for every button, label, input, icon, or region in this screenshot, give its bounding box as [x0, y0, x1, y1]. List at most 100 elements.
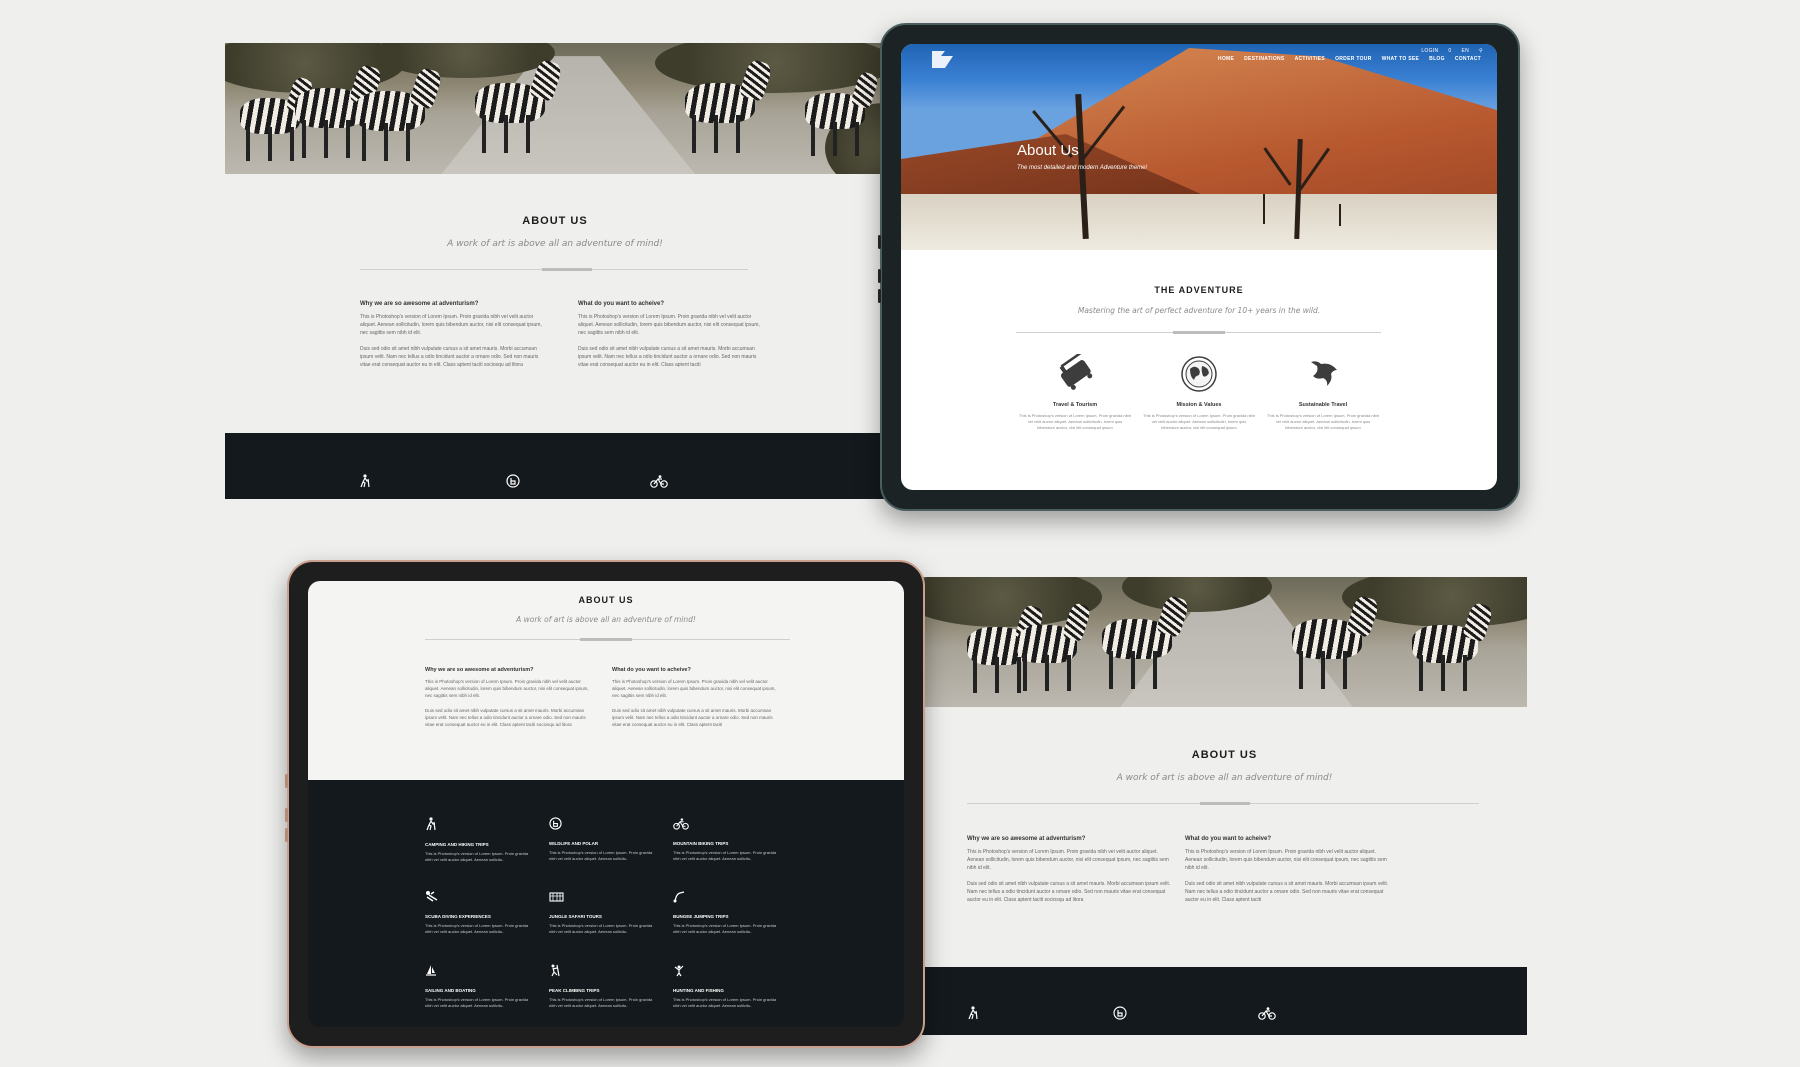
about-col-1: Why we are so awesome at adventurism? Th…: [425, 667, 595, 729]
col-heading: Why we are so awesome at adventurism?: [425, 667, 534, 673]
biking-icon[interactable]: [1257, 1005, 1277, 1021]
fishing-icon: [673, 964, 783, 982]
lang-select[interactable]: EN: [1461, 48, 1469, 54]
side-button: [878, 235, 881, 249]
top-utility: LOGIN 0 EN ⚲: [1411, 48, 1483, 54]
search-icon[interactable]: ⚲: [1479, 48, 1483, 54]
col-heading: What do you want to acheive?: [578, 301, 665, 307]
service-text: This is Photoshop's version of Lorem Ips…: [425, 923, 529, 934]
services-grid: CAMPING AND HIKING TRIPS This is Photosh…: [425, 817, 795, 1017]
col-paragraph: This is Photoshop's version of Lorem Ips…: [578, 314, 760, 336]
main-nav: HOME DESTINATIONS ACTIVITIES ORDER TOUR …: [1208, 56, 1481, 62]
nav-blog[interactable]: BLOG: [1429, 56, 1445, 62]
tablet-screen: ABOUT US A work of art is above all an a…: [308, 581, 904, 1027]
safari-icon: [549, 890, 659, 908]
sailing-icon: [425, 964, 535, 982]
diving-icon: [425, 890, 535, 908]
feature-title: Mission & Values: [1176, 402, 1222, 408]
service-item[interactable]: WILDLIFE AND POLAR This is Photoshop's v…: [549, 817, 659, 862]
about-title: ABOUT US: [578, 595, 634, 605]
service-item[interactable]: MOUNTAIN BIKING TRIPS This is Photoshop'…: [673, 817, 783, 862]
hero-title: About Us: [1017, 142, 1079, 159]
about-col-1: Why we are so awesome at adventurism? Th…: [360, 301, 550, 370]
divider-accent: [580, 638, 632, 641]
about-col-2: What do you want to acheive? This is Pho…: [612, 667, 782, 729]
service-text: This is Photoshop's version of Lorem Ips…: [549, 850, 653, 861]
nav-what-to-see[interactable]: WHAT TO SEE: [1382, 56, 1420, 62]
tablet-bottom-left: ABOUT US A work of art is above all an a…: [285, 560, 925, 1048]
side-button: [285, 828, 288, 842]
service-title: MOUNTAIN BIKING TRIPS: [673, 841, 729, 846]
nav-destinations[interactable]: DESTINATIONS: [1244, 56, 1284, 62]
service-text: This is Photoshop's version of Lorem Ips…: [425, 851, 529, 862]
feature-title: Sustainable Travel: [1298, 402, 1348, 408]
service-item[interactable]: BUNGEE JUMPING TRIPS This is Photoshop's…: [673, 890, 783, 935]
luggage-icon: [1019, 354, 1131, 396]
zebra-photo: [225, 43, 885, 174]
col-paragraph: Duis sed odio sit amet nibh vulputate cu…: [967, 881, 1171, 903]
col-heading: Why we are so awesome at adventurism?: [967, 836, 1086, 842]
service-title: BUNGEE JUMPING TRIPS: [673, 914, 729, 919]
service-item[interactable]: CAMPING AND HIKING TRIPS This is Photosh…: [425, 817, 535, 863]
feature-text: This is Photoshop's version of Lorem Ips…: [1267, 413, 1379, 430]
col-heading: Why we are so awesome at adventurism?: [360, 301, 479, 307]
globe-icon: [1143, 354, 1255, 396]
service-title: CAMPING AND HIKING TRIPS: [425, 842, 489, 847]
service-item[interactable]: SCUBA DIVING EXPERIENCES This is Photosh…: [425, 890, 535, 935]
wildlife-icon[interactable]: [1112, 1005, 1128, 1021]
col-heading: What do you want to acheive?: [1185, 836, 1272, 842]
tablet-top-right: HOME DESTINATIONS ACTIVITIES ORDER TOUR …: [878, 23, 1520, 511]
feature-text: This is Photoshop's version of Lorem Ips…: [1019, 413, 1131, 430]
biking-icon[interactable]: [649, 473, 669, 489]
service-text: This is Photoshop's version of Lorem Ips…: [673, 850, 777, 861]
service-item[interactable]: SAILING AND BOATING This is Photoshop's …: [425, 964, 535, 1009]
service-text: This is Photoshop's version of Lorem Ips…: [549, 997, 653, 1008]
service-text: This is Photoshop's version of Lorem Ips…: [425, 997, 529, 1008]
side-button: [878, 269, 881, 283]
hiking-icon[interactable]: [966, 1005, 980, 1021]
logo[interactable]: [931, 50, 955, 70]
services-band: [922, 967, 1527, 1035]
about-subtitle: A work of art is above all an adventure …: [447, 239, 663, 249]
about-subtitle: A work of art is above all an adventure …: [516, 615, 696, 624]
wildlife-icon[interactable]: [505, 473, 521, 489]
col-paragraph: Duis sed odio sit amet nibh vulputate cu…: [612, 707, 773, 727]
feature-travel: Travel & Tourism This is Photoshop's ver…: [1019, 354, 1131, 431]
feature-text: This is Photoshop's version of Lorem Ips…: [1143, 413, 1255, 430]
nav-home[interactable]: HOME: [1218, 56, 1234, 62]
about-title: ABOUT US: [1191, 749, 1258, 761]
adventure-subtitle: Mastering the art of perfect adventure f…: [1077, 306, 1321, 315]
login-link[interactable]: LOGIN: [1421, 48, 1438, 54]
hiking-icon: [425, 817, 535, 836]
side-button: [285, 808, 288, 822]
biking-icon: [673, 817, 783, 835]
side-button: [878, 289, 881, 303]
col-paragraph: This is Photoshop's version of Lorem Ips…: [612, 679, 776, 698]
divider-accent: [1173, 331, 1225, 334]
wildlife-icon: [549, 817, 659, 835]
about-subtitle: A work of art is above all an adventure …: [1116, 773, 1333, 783]
nav-activities[interactable]: ACTIVITIES: [1295, 56, 1326, 62]
service-title: SCUBA DIVING EXPERIENCES: [425, 914, 491, 919]
service-title: HUNTING AND FISHING: [673, 988, 724, 993]
about-title: ABOUT US: [522, 215, 588, 227]
service-title: JUNGLE SAFARI TOURS: [549, 914, 602, 919]
hero-image: HOME DESTINATIONS ACTIVITIES ORDER TOUR …: [901, 44, 1497, 250]
service-title: WILDLIFE AND POLAR: [549, 841, 599, 846]
divider-accent: [542, 268, 592, 271]
adventure-title: THE ADVENTURE: [1154, 285, 1244, 295]
col-paragraph: Duis sed odio sit amet nibh vulputate cu…: [360, 346, 539, 368]
service-item[interactable]: JUNGLE SAFARI TOURS This is Photoshop's …: [549, 890, 659, 935]
feature-mission: Mission & Values This is Photoshop's ver…: [1143, 354, 1255, 431]
cart-count[interactable]: 0: [1448, 48, 1451, 54]
col-paragraph: This is Photoshop's version of Lorem Ips…: [1185, 849, 1387, 871]
nav-contact[interactable]: CONTACT: [1455, 56, 1481, 62]
col-paragraph: Duis sed odio sit amet nibh vulputate cu…: [578, 346, 757, 368]
nav-order-tour[interactable]: ORDER TOUR: [1335, 56, 1372, 62]
bungee-icon: [673, 890, 783, 908]
service-item[interactable]: PEAK CLIMBING TRIPS This is Photoshop's …: [549, 964, 659, 1009]
hero-subtitle: The most detailed and modern Adventure t…: [1017, 165, 1148, 171]
hiking-icon[interactable]: [358, 473, 372, 489]
col-heading: What do you want to acheive?: [612, 667, 691, 673]
service-item[interactable]: HUNTING AND FISHING This is Photoshop's …: [673, 964, 783, 1009]
